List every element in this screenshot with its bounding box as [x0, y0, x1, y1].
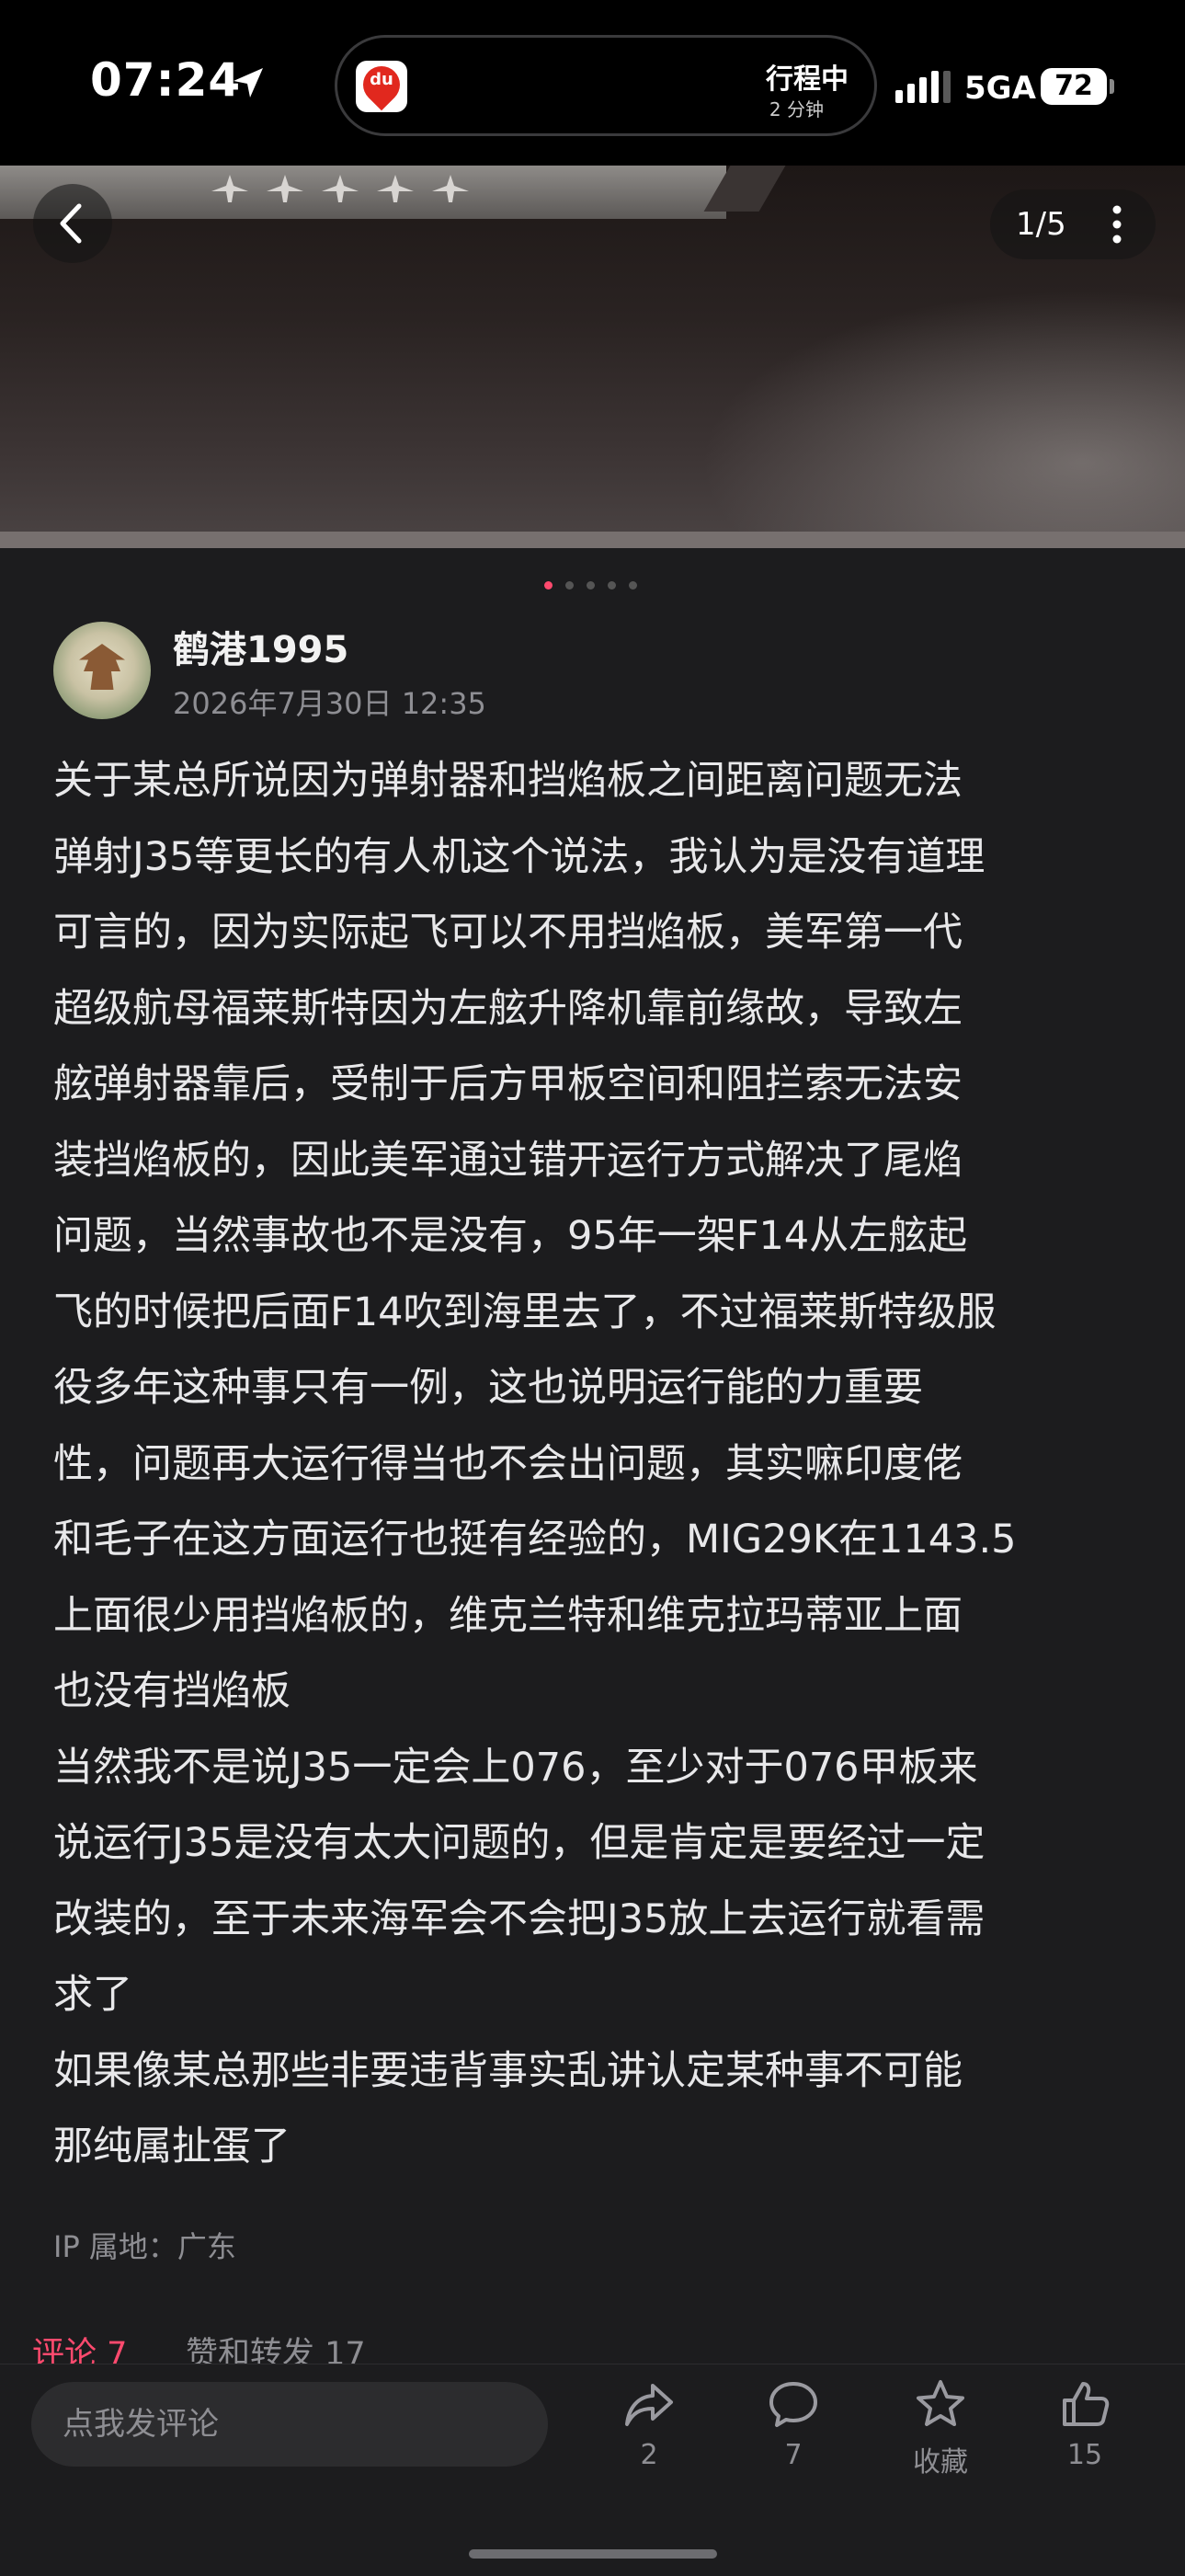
avatar[interactable] — [53, 622, 151, 719]
post-line: 当然我不是说J35一定会上076，至少对于076甲板来 — [53, 1744, 978, 1791]
comment-icon — [769, 2382, 817, 2427]
post-line: 改装的，至于未来海军会不会把J35放上去运行就看需 — [53, 1895, 986, 1942]
comment-input[interactable]: 点我发评论 — [31, 2382, 548, 2467]
pager-dot-active — [544, 581, 553, 590]
share-count: 2 — [640, 2439, 658, 2471]
favorite-label: 收藏 — [913, 2446, 968, 2479]
post-line: 问题，当然事故也不是没有，95年一架F14从左舷起 — [53, 1213, 968, 1259]
battery-level: 72 — [1041, 68, 1107, 105]
water-reflection — [670, 276, 1185, 543]
post-line: 关于某总所说因为弹射器和挡焰板之间距离问题无法 — [53, 758, 963, 804]
like-count: 15 — [1066, 2439, 1103, 2471]
back-chevron-icon — [60, 203, 82, 244]
post-line: 求了 — [53, 1972, 132, 2018]
post-body: 关于某总所说因为弹射器和挡焰板之间距离问题无法 弹射J35等更长的有人机这个说法… — [53, 743, 1138, 2185]
ip-location: IP 属地：广东 — [53, 2229, 236, 2264]
battery-tip — [1110, 79, 1114, 94]
post-date: 2026年7月30日 12:35 — [173, 686, 486, 721]
post-line: 可言的，因为实际起飞可以不用挡焰板，美军第一代 — [53, 910, 963, 956]
home-indicator[interactable] — [469, 2549, 717, 2559]
pager-dot — [608, 581, 616, 590]
post-line: 弹射J35等更长的有人机这个说法，我认为是没有道理 — [53, 833, 986, 880]
signal-icon — [895, 71, 951, 103]
image-counter: 1/5 — [990, 189, 1156, 259]
comment-count: 7 — [784, 2439, 803, 2471]
map-app-icon: du — [356, 61, 407, 112]
network-type: 5GA — [964, 70, 1036, 107]
post-line: 如果像某总那些非要违背事实乱讲认定某种事不可能 — [53, 2047, 963, 2094]
author-name[interactable]: 鹤港1995 — [173, 620, 348, 673]
location-arrow-icon — [234, 68, 263, 97]
post-line: 性，问题再大运行得当也不会出问题，其实嘛印度佬 — [53, 1440, 963, 1487]
more-dots-icon[interactable] — [1108, 202, 1126, 246]
favorite-button[interactable]: 收藏 — [876, 2376, 1005, 2479]
thumbs-up-icon — [1063, 2382, 1110, 2426]
post-line: 飞的时候把后面F14吹到海里去了，不过福莱斯特级服 — [53, 1288, 997, 1335]
star-icon — [917, 2380, 964, 2426]
post-line: 舷弹射器靠后，受制于后方甲板空间和阻拦索无法安 — [53, 1061, 963, 1107]
image-counter-text: 1/5 — [1016, 206, 1066, 243]
post-line: 和毛子在这方面运行也挺有经验的，MIG29K在1143.5 — [53, 1517, 1017, 1563]
gallery-pager — [544, 576, 650, 593]
trip-eta: 2 分钟 — [769, 98, 824, 120]
post-line: 装挡焰板的，因此美军通过错开运行方式解决了尾焰 — [53, 1137, 963, 1184]
share-icon — [625, 2384, 673, 2426]
pager-dot — [587, 581, 595, 590]
post-line: 上面很少用挡焰板的，维克兰特和维克拉玛蒂亚上面 — [53, 1592, 963, 1639]
post-line: 役多年这种事只有一例，这也说明运行能的力重要 — [53, 1365, 923, 1411]
post-line: 也没有挡焰板 — [53, 1668, 291, 1714]
pager-dot — [565, 581, 574, 590]
post-line: 超级航母福莱斯特因为左舷升降机靠前缘故，导致左 — [53, 985, 963, 1032]
post-line: 那纯属扯蛋了 — [53, 2124, 291, 2170]
trip-status: 行程中 — [766, 63, 849, 96]
like-button[interactable]: 15 — [1020, 2376, 1149, 2471]
status-bar: 07:24 du 行程中 2 分钟 5GA 72 — [0, 0, 1185, 166]
pager-dot — [629, 581, 637, 590]
image-bottom-band — [0, 532, 1185, 548]
comment-button[interactable]: 7 — [729, 2376, 858, 2471]
dynamic-island-trip[interactable]: du 行程中 2 分钟 — [335, 35, 877, 136]
share-button[interactable]: 2 — [585, 2376, 713, 2471]
post-line: 说运行J35是没有太大问题的，但是肯定是要经过一定 — [53, 1820, 986, 1866]
status-time: 07:24 — [90, 53, 242, 107]
avatar-pagoda — [79, 644, 125, 690]
back-button[interactable] — [33, 184, 112, 263]
